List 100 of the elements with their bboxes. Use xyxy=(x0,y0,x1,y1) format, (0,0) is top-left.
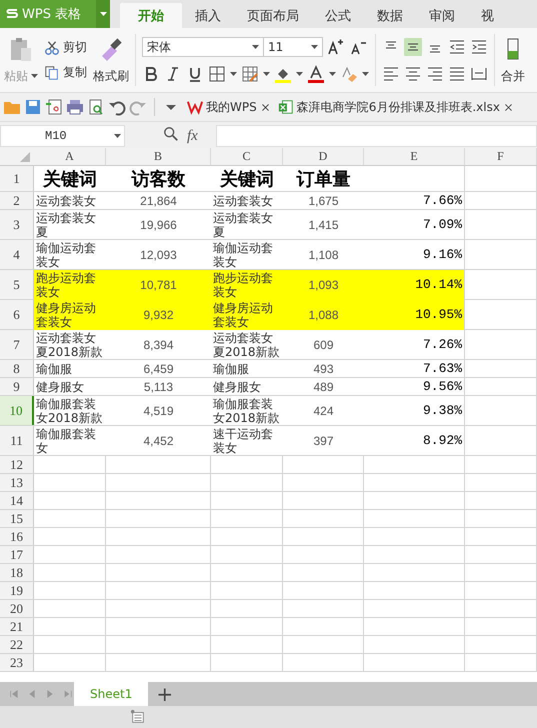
row-header[interactable]: 6 xyxy=(0,300,34,329)
increase-indent-icon[interactable] xyxy=(470,38,488,56)
row-header[interactable]: 3 xyxy=(0,210,34,239)
close-icon[interactable] xyxy=(260,102,271,112)
table-cell-text: 4,452 xyxy=(142,433,175,450)
column-title: 订单量 xyxy=(295,168,352,190)
caret-icon[interactable] xyxy=(311,45,318,49)
row-header[interactable]: 19 xyxy=(0,582,34,599)
row-header[interactable]: 13 xyxy=(0,474,34,491)
cut-button[interactable]: 剪切 xyxy=(44,39,87,56)
close-icon[interactable] xyxy=(502,102,514,112)
table-cell-text: 瑜伽服套装女 xyxy=(35,426,97,456)
cell-style-icon[interactable] xyxy=(241,65,259,83)
decrease-indent-icon[interactable] xyxy=(448,38,466,56)
caret-icon[interactable] xyxy=(114,134,121,138)
ribbon-tab[interactable]: 开始 xyxy=(120,3,182,28)
table-cell-text: 1,415 xyxy=(307,217,340,234)
format-painter-button[interactable]: 格式刷 xyxy=(93,36,129,84)
grow-font-icon[interactable] xyxy=(327,38,345,56)
eraser-icon[interactable] xyxy=(340,65,358,83)
row-header[interactable]: 22 xyxy=(0,636,34,653)
font-size-field[interactable]: 11 xyxy=(263,37,323,57)
insert-function-button[interactable]: fx xyxy=(187,128,198,144)
borders-icon[interactable] xyxy=(208,65,226,83)
app-menu-button[interactable] xyxy=(96,0,110,28)
table-cell-text: 493 xyxy=(312,361,335,378)
row-header[interactable]: 23 xyxy=(0,654,34,671)
table-cell: 健身房运动套装女 xyxy=(34,300,106,330)
row-header[interactable]: 2 xyxy=(0,192,34,209)
caret-icon[interactable] xyxy=(362,72,369,76)
ribbon-tab[interactable]: 视 xyxy=(468,3,507,28)
caret-icon[interactable] xyxy=(230,72,237,76)
name-box[interactable]: M10 xyxy=(0,125,125,147)
table-cell-text: 19,966 xyxy=(139,217,178,234)
row-header[interactable]: 8 xyxy=(0,360,34,377)
row-header[interactable]: 20 xyxy=(0,600,34,617)
copy-button[interactable]: 复制 xyxy=(44,64,87,81)
sheet-tab[interactable]: Sheet1 xyxy=(74,682,148,706)
ribbon-tab[interactable]: 页面布局 xyxy=(234,3,312,28)
table-cell-text: 424 xyxy=(312,403,335,420)
column-header[interactable]: B xyxy=(106,148,211,165)
table-cell: 1,088 xyxy=(283,300,364,330)
row-header[interactable]: 14 xyxy=(0,492,34,509)
row-header[interactable]: 1 xyxy=(0,166,34,191)
font-color-icon[interactable] xyxy=(307,65,325,83)
document-tab[interactable]: 森湃电商学院6月份排课及排班表.xlsx xyxy=(278,98,514,116)
pdf-export-icon[interactable] xyxy=(45,98,63,116)
formula-input-field[interactable] xyxy=(216,125,537,147)
row-header[interactable]: 7 xyxy=(0,330,34,359)
table-cell-text: 运动套装女夏2018新款 xyxy=(35,330,104,360)
row-header[interactable]: 10 xyxy=(0,396,34,425)
vertical-align-button[interactable] xyxy=(404,38,422,56)
table-cell: 跑步运动套装女 xyxy=(211,270,283,300)
column-header[interactable]: E xyxy=(364,148,465,165)
row-header[interactable]: 21 xyxy=(0,618,34,635)
table-cell: 跑步运动套装女 xyxy=(34,270,106,300)
caret-icon[interactable] xyxy=(296,72,303,76)
table-cell-text: 1,675 xyxy=(307,193,340,210)
row-header[interactable]: 15 xyxy=(0,510,34,527)
row-header[interactable]: 5 xyxy=(0,270,34,299)
table-cell: 7.63% xyxy=(364,360,465,378)
column-header[interactable]: D xyxy=(283,148,364,165)
table-cell: 1,093 xyxy=(283,270,364,300)
column-header[interactable]: A xyxy=(34,148,106,165)
font-name-field[interactable]: 宋体 xyxy=(142,37,264,57)
column-header[interactable]: F xyxy=(465,148,537,165)
ribbon-tab[interactable]: 审阅 xyxy=(416,3,468,28)
row-header[interactable]: 18 xyxy=(0,564,34,581)
row-header[interactable]: 11 xyxy=(0,426,34,455)
column-header[interactable]: C xyxy=(211,148,283,165)
table-cell-text: 12,093 xyxy=(139,247,178,264)
ribbon-tab[interactable]: 公式 xyxy=(312,3,364,28)
print-preview-icon[interactable] xyxy=(87,98,105,116)
row-header[interactable]: 4 xyxy=(0,240,34,269)
caret-icon[interactable] xyxy=(252,45,259,49)
caret-icon[interactable] xyxy=(329,72,336,76)
zoom-icon[interactable] xyxy=(163,126,179,142)
page-layout-icon[interactable] xyxy=(130,709,146,725)
save-icon[interactable] xyxy=(24,98,42,116)
merge-button[interactable]: 合并 xyxy=(501,36,525,84)
table-cell-text: 瑜伽运动套装女 xyxy=(212,240,274,270)
caret-icon xyxy=(100,12,106,16)
row-header[interactable]: 16 xyxy=(0,528,34,545)
table-cell-text: 4,519 xyxy=(142,403,175,420)
caret-icon[interactable] xyxy=(263,72,270,76)
ribbon-tab[interactable]: 插入 xyxy=(182,3,234,28)
row-header[interactable]: 12 xyxy=(0,456,34,473)
table-cell-text: 运动套装女夏 xyxy=(212,210,274,240)
app-name: WPS 表格 xyxy=(22,6,82,23)
row-header[interactable]: 17 xyxy=(0,546,34,563)
ribbon-tab[interactable]: 数据 xyxy=(364,3,416,28)
add-sheet-button[interactable]: + xyxy=(148,682,182,706)
print-icon[interactable] xyxy=(66,98,84,116)
table-cell-text: 瑜伽服套装女2018新款 xyxy=(212,396,281,426)
document-tab[interactable]: 我的WPS xyxy=(187,98,271,116)
table-cell-text: 瑜伽服套装女2018新款 xyxy=(35,396,104,426)
s-logo-icon xyxy=(6,8,18,20)
column-title: 关键词 xyxy=(42,168,98,190)
copy-icon xyxy=(44,64,60,80)
row-header[interactable]: 9 xyxy=(0,378,34,395)
